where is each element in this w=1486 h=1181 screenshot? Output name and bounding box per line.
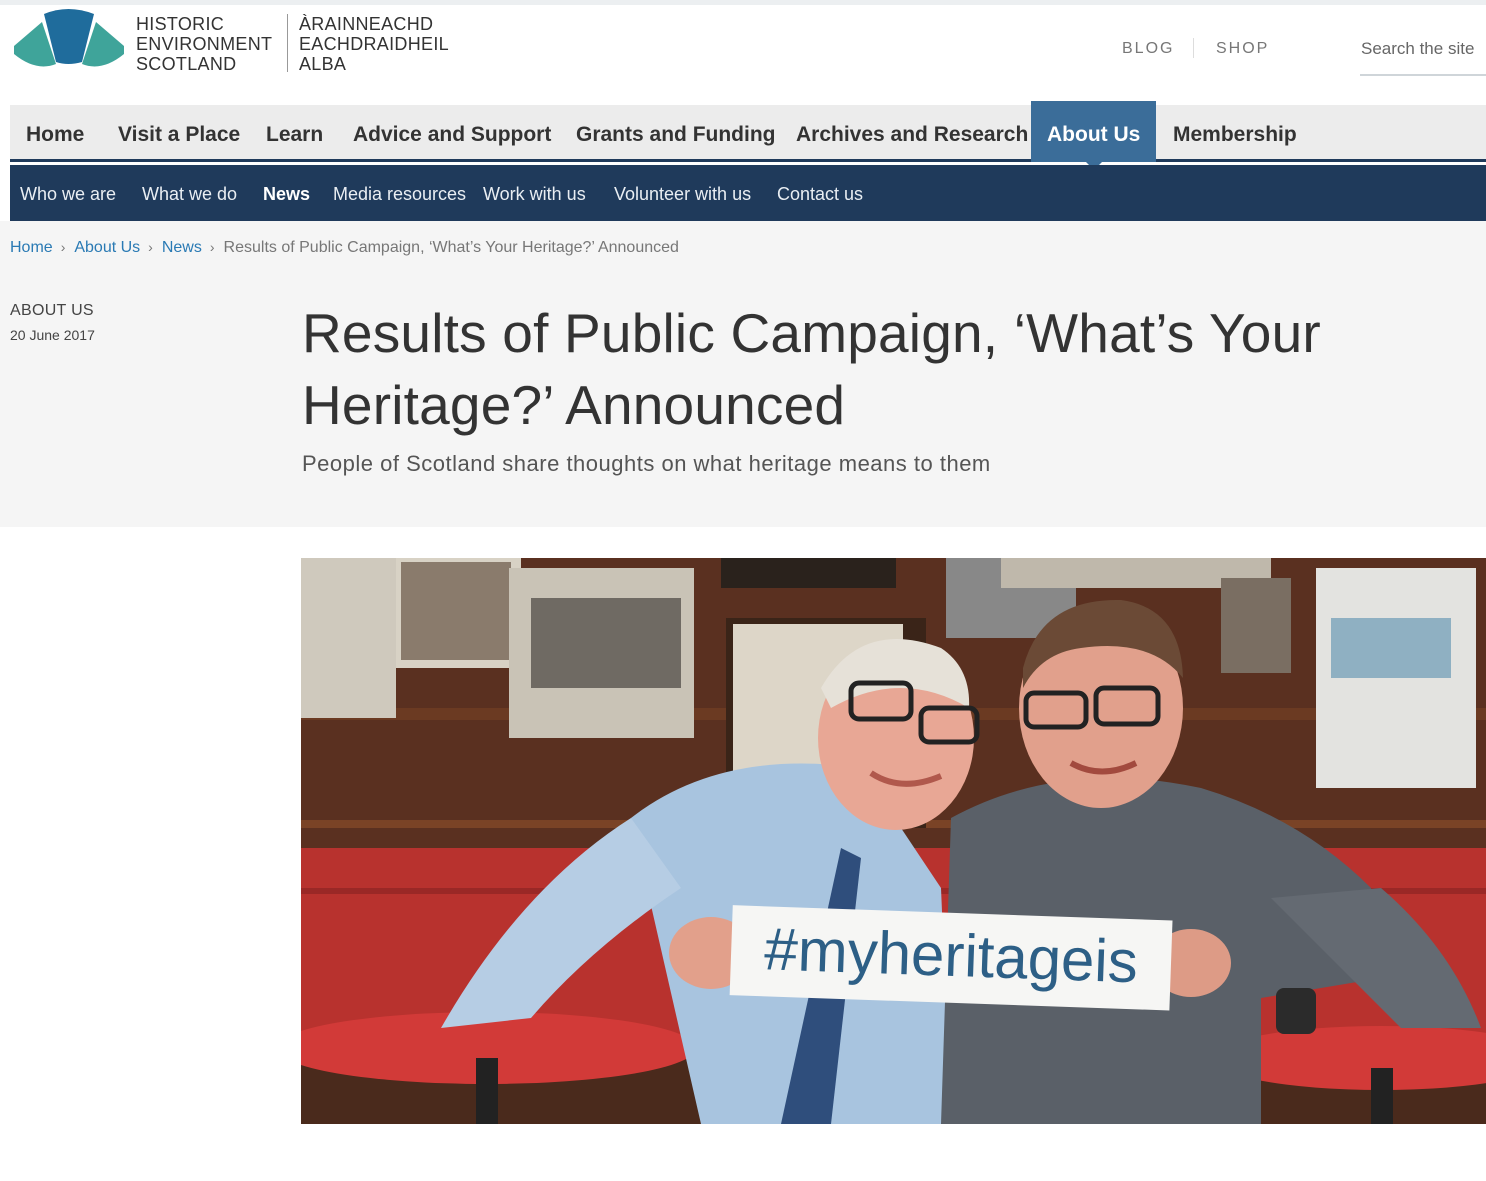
shop-link[interactable]: SHOP xyxy=(1216,40,1269,58)
nav-item-advice-and-support[interactable]: Advice and Support xyxy=(337,105,567,162)
nav-item-about-us[interactable]: About Us xyxy=(1031,101,1157,162)
primary-nav: Home Visit a Place Learn Advice and Supp… xyxy=(10,101,1486,162)
breadcrumb-separator-icon: › xyxy=(148,239,153,255)
page-subtitle: People of Scotland share thoughts on wha… xyxy=(302,451,991,476)
article-header: Home › About Us › News › Results of Public Cam… xyxy=(0,221,1486,527)
nav-item-archives-and-research[interactable]: Archives and Research xyxy=(780,105,1044,162)
brand-line: ENVIRONMENT xyxy=(136,34,273,54)
brand-line: ALBA xyxy=(299,54,347,74)
breadcrumb-link-home[interactable]: Home xyxy=(10,239,53,256)
nav-item-learn[interactable]: Learn xyxy=(250,105,339,162)
article-hero-image: #myheritageis xyxy=(301,558,1486,1124)
brand-line: HISTORIC xyxy=(136,14,225,34)
breadcrumb-separator-icon: › xyxy=(60,239,66,255)
hero-photo-illustration: #myheritageis xyxy=(301,558,1486,1124)
breadcrumb-link-news[interactable]: News xyxy=(162,239,202,256)
secondary-nav: Who we are What we do News Media resourc… xyxy=(10,165,1486,221)
breadcrumb-separator-icon: › xyxy=(209,239,215,255)
site-logo[interactable] xyxy=(10,6,128,72)
nav-item-visit-a-place[interactable]: Visit a Place xyxy=(102,105,256,162)
brand-divider xyxy=(287,14,288,72)
utility-divider xyxy=(1193,38,1194,58)
subnav-item-what-we-do[interactable]: What we do xyxy=(142,165,237,221)
search-input[interactable] xyxy=(1360,28,1486,70)
nav-item-grants-and-funding[interactable]: Grants and Funding xyxy=(560,105,792,162)
logo-mark-icon xyxy=(14,9,124,67)
breadcrumb-current: Results of Public Campaign, ‘What’s Your… xyxy=(223,239,679,256)
brand-name-gaelic: ÀRAINNEACHD EACHDRAIDHEIL ALBA xyxy=(299,14,449,74)
blog-link[interactable]: BLOG xyxy=(1122,40,1174,58)
brand-line: ÀRAINNEACHD xyxy=(299,14,434,34)
subnav-item-news[interactable]: News xyxy=(263,165,310,221)
top-strip xyxy=(0,0,1486,5)
nav-item-home[interactable]: Home xyxy=(10,105,100,162)
breadcrumb-link-about-us[interactable]: About Us xyxy=(74,239,140,256)
brand-line: SCOTLAND xyxy=(136,54,237,74)
subnav-item-who-we-are[interactable]: Who we are xyxy=(20,165,116,221)
site-search xyxy=(1360,28,1486,76)
article-date: 20 June 2017 xyxy=(10,327,95,343)
page-title: Results of Public Campaign, ‘What’s Your… xyxy=(302,302,1321,436)
brand-name-english: HISTORIC ENVIRONMENT SCOTLAND xyxy=(136,14,272,74)
nav-item-membership[interactable]: Membership xyxy=(1157,105,1313,162)
brand-line: EACHDRAIDHEIL xyxy=(299,34,449,54)
article-section-label: ABOUT US xyxy=(10,302,94,319)
subnav-item-contact-us[interactable]: Contact us xyxy=(777,165,863,221)
breadcrumb: Home › About Us › News › Results of Public Cam… xyxy=(10,239,679,257)
subnav-item-volunteer-with-us[interactable]: Volunteer with us xyxy=(614,165,751,221)
subnav-item-work-with-us[interactable]: Work with us xyxy=(483,165,586,221)
sign-text: #myheritageis xyxy=(763,915,1139,995)
subnav-item-media-resources[interactable]: Media resources xyxy=(333,165,466,221)
